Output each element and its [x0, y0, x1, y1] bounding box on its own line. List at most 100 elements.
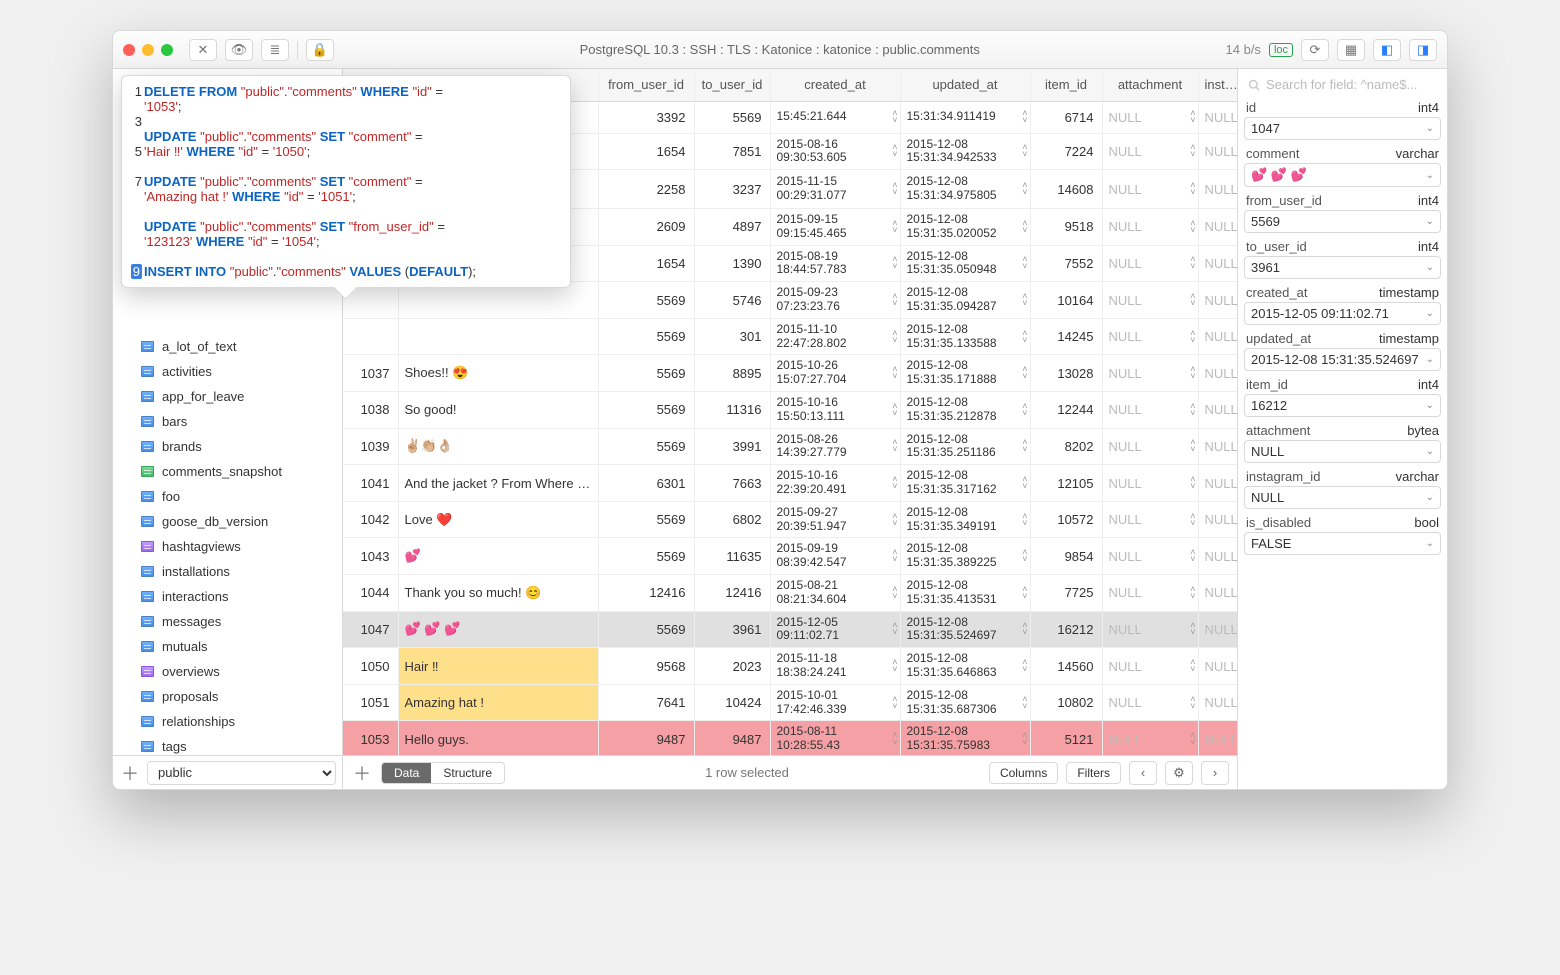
inspector-value[interactable]: 1047⌄ [1244, 117, 1441, 140]
console-button[interactable]: ≣ [261, 39, 289, 61]
table-row[interactable]: 1043💕5569116352015-09-1908:39:42.547˄˅20… [343, 538, 1237, 575]
grid-footer: ＋ Data Structure 1 row selected Columns … [343, 755, 1237, 789]
inspector-field-to_user_id: to_user_idint43961⌄ [1244, 237, 1441, 279]
table-icon [141, 716, 154, 727]
column-header-instagram_id[interactable]: instagram_id [1198, 69, 1237, 101]
inspector-value[interactable]: 3961⌄ [1244, 256, 1441, 279]
column-header-to_user_id[interactable]: to_user_id [694, 69, 770, 101]
sidebar-item-app_for_leave[interactable]: app_for_leave [113, 384, 342, 409]
inspector-search[interactable]: Search for field: ^name$... [1244, 73, 1441, 98]
sidebar-item-relationships[interactable]: relationships [113, 709, 342, 734]
inspector-field-item_id: item_idint416212⌄ [1244, 375, 1441, 417]
prev-page-button[interactable]: ‹ [1129, 761, 1157, 785]
schema-select[interactable]: public [147, 761, 336, 785]
lock-button[interactable]: 🔒 [306, 39, 334, 61]
sidebar-item-brands[interactable]: brands [113, 434, 342, 459]
table-icon [141, 591, 154, 602]
table-icon [141, 341, 154, 352]
sidebar-item-label: interactions [162, 589, 228, 604]
table-icon [141, 491, 154, 502]
titlebar: ✕ 👁 ≣ 🔒 PostgreSQL 10.3 : SSH : TLS : Ka… [113, 31, 1447, 69]
filters-button[interactable]: Filters [1066, 762, 1121, 784]
sql-preview-popover: 13579 DELETE FROM "public"."comments" WH… [121, 75, 571, 288]
table-row[interactable]: 1051Amazing hat !7641104242015-10-0117:4… [343, 684, 1237, 721]
minimize-dot[interactable] [142, 44, 154, 56]
toggle-sidebar-button[interactable]: ◧ [1373, 39, 1401, 61]
table-icon [141, 416, 154, 427]
row-inspector: Search for field: ^name$... idint41047⌄c… [1237, 69, 1447, 789]
table-row[interactable]: 1050Hair ‼956820232015-11-1818:38:24.241… [343, 648, 1237, 685]
toggle-inspector-button[interactable]: ◨ [1409, 39, 1437, 61]
inspector-value[interactable]: 5569⌄ [1244, 210, 1441, 233]
inspector-value[interactable]: NULL⌄ [1244, 440, 1441, 463]
cancel-changes-button[interactable]: ✕ [189, 39, 217, 61]
preview-sql-button[interactable]: 👁 [225, 39, 253, 61]
inspector-field-updated_at: updated_attimestamp2015-12-08 15:31:35.5… [1244, 329, 1441, 371]
table-row[interactable]: 1053Hello guys.948794872015-08-1110:28:5… [343, 721, 1237, 755]
table-row[interactable]: 1038So good!5569113162015-10-1615:50:13.… [343, 392, 1237, 429]
sidebar-footer: ＋ public [113, 755, 342, 789]
table-icon [141, 741, 154, 752]
column-header-created_at[interactable]: created_at [770, 69, 900, 101]
sidebar-item-goose_db_version[interactable]: goose_db_version [113, 509, 342, 534]
next-page-button[interactable]: › [1201, 761, 1229, 785]
close-dot[interactable] [123, 44, 135, 56]
table-icon [141, 366, 154, 377]
sidebar-item-label: messages [162, 614, 221, 629]
table-row[interactable]: 1044Thank you so much! 😊12416124162015-0… [343, 575, 1237, 612]
search-icon [1248, 79, 1260, 91]
table-row[interactable]: 55693012015-11-1022:47:28.802˄˅2015-12-0… [343, 318, 1237, 355]
sidebar-item-foo[interactable]: foo [113, 484, 342, 509]
inspector-value[interactable]: 2015-12-08 15:31:35.524697⌄ [1244, 348, 1441, 371]
sidebar-item-messages[interactable]: messages [113, 609, 342, 634]
inspector-value[interactable]: 💕 💕 💕⌄ [1244, 163, 1441, 187]
tab-structure[interactable]: Structure [431, 763, 504, 783]
page-settings-button[interactable]: ⚙ [1165, 761, 1193, 785]
zoom-dot[interactable] [161, 44, 173, 56]
sidebar-item-a_lot_of_text[interactable]: a_lot_of_text [113, 334, 342, 359]
column-header-updated_at[interactable]: updated_at [900, 69, 1030, 101]
sidebar-item-label: goose_db_version [162, 514, 268, 529]
table-row[interactable]: 1037Shoes!! 😍556988952015-10-2615:07:27.… [343, 355, 1237, 392]
add-table-button[interactable]: ＋ [119, 762, 141, 784]
inspector-field-created_at: created_attimestamp2015-12-05 09:11:02.7… [1244, 283, 1441, 325]
table-icon [141, 466, 154, 477]
table-row[interactable]: 1047💕 💕 💕556939612015-12-0509:11:02.71˄˅… [343, 611, 1237, 648]
sidebar-item-interactions[interactable]: interactions [113, 584, 342, 609]
sidebar-item-hashtagviews[interactable]: hashtagviews [113, 534, 342, 559]
refresh-button[interactable]: ⟳ [1301, 39, 1329, 61]
sidebar-item-mutuals[interactable]: mutuals [113, 634, 342, 659]
table-icon [141, 391, 154, 402]
sidebar-item-tags[interactable]: tags [113, 734, 342, 755]
sidebar-item-installations[interactable]: installations [113, 559, 342, 584]
sidebar-item-label: app_for_leave [162, 389, 244, 404]
table-row[interactable]: 1042Love ❤️556968022015-09-2720:39:51.94… [343, 501, 1237, 538]
window-controls [123, 44, 173, 56]
sidebar-item-label: brands [162, 439, 202, 454]
inspector-value[interactable]: 2015-12-05 09:11:02.71⌄ [1244, 302, 1441, 325]
sidebar-item-bars[interactable]: bars [113, 409, 342, 434]
sidebar-item-proposals[interactable]: proposals [113, 684, 342, 709]
tab-data[interactable]: Data [382, 763, 431, 783]
table-icon [141, 666, 154, 677]
table-icon [141, 641, 154, 652]
column-header-attachment[interactable]: attachment [1102, 69, 1198, 101]
inspector-value[interactable]: FALSE⌄ [1244, 532, 1441, 555]
table-icon [141, 441, 154, 452]
sql-text: DELETE FROM "public"."comments" WHERE "i… [144, 84, 560, 279]
inspector-field-is_disabled: is_disabledboolFALSE⌄ [1244, 513, 1441, 555]
sidebar-item-overviews[interactable]: overviews [113, 659, 342, 684]
grid-layout-button[interactable]: ▦ [1337, 39, 1365, 61]
sidebar-item-activities[interactable]: activities [113, 359, 342, 384]
sidebar-item-comments_snapshot[interactable]: comments_snapshot [113, 459, 342, 484]
table-row[interactable]: 1041And the jacket ? From Where did you … [343, 465, 1237, 502]
columns-button[interactable]: Columns [989, 762, 1058, 784]
content-structure-toggle[interactable]: Data Structure [381, 762, 505, 784]
column-header-from_user_id[interactable]: from_user_id [598, 69, 694, 101]
inspector-value[interactable]: NULL⌄ [1244, 486, 1441, 509]
table-row[interactable]: 1039✌🏼👏🏼👌🏼556939912015-08-2614:39:27.779… [343, 428, 1237, 465]
column-header-item_id[interactable]: item_id [1030, 69, 1102, 101]
sidebar-item-label: activities [162, 364, 212, 379]
add-row-button[interactable]: ＋ [351, 762, 373, 784]
inspector-value[interactable]: 16212⌄ [1244, 394, 1441, 417]
